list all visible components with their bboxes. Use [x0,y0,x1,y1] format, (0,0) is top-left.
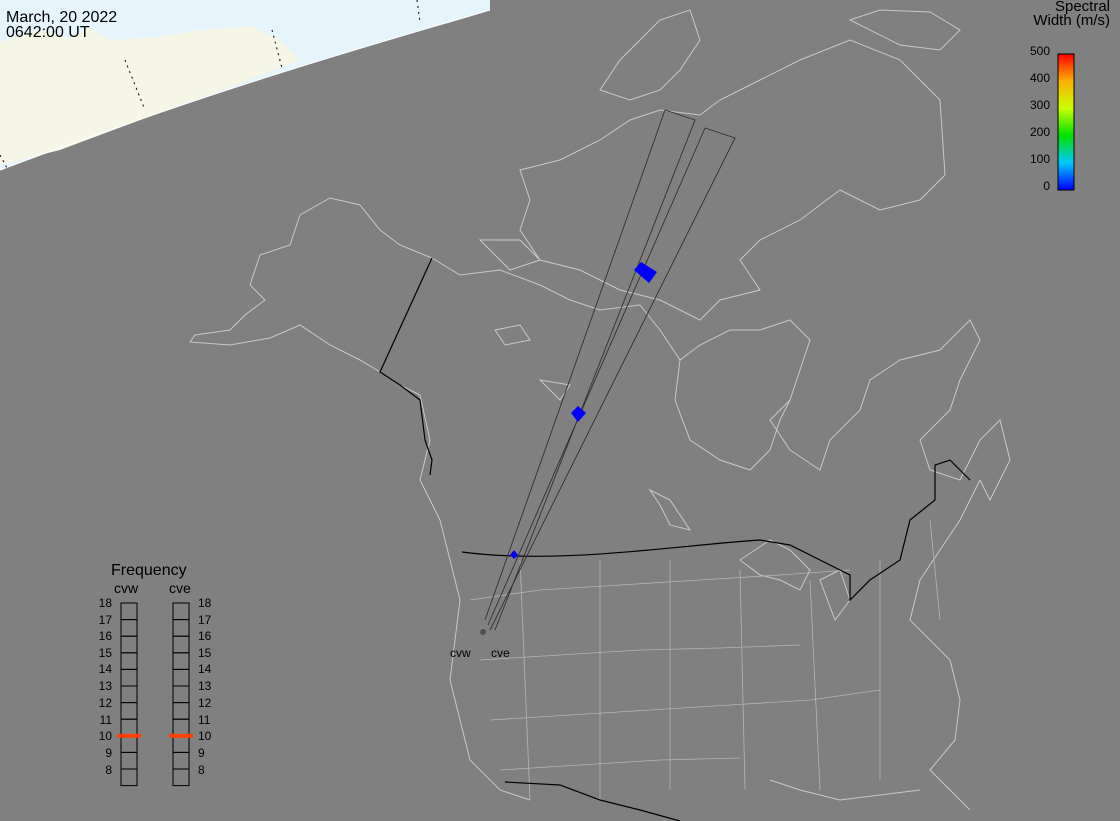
time-text: 0642:00 UT [6,24,90,41]
freq-scale-label: 9 [198,746,205,760]
frequency-title: Frequency [111,562,187,579]
freq-scale-label: 16 [198,629,212,643]
timestamp-header: March, 20 2022 0642:00 UT [6,9,118,41]
freq-scale-label: 10 [198,729,212,743]
freq-scale-label: 11 [100,713,113,727]
freq-scale-label: 16 [99,629,113,643]
date-text: March, 20 2022 [6,9,118,26]
freq-scale-label: 13 [198,679,212,693]
freq-scale-label: 11 [198,713,211,727]
colorbar-tick: 400 [1030,71,1050,85]
freq-scale-label: 10 [99,729,113,743]
freq-scale-label: 14 [99,662,113,676]
freq-scale-label: 18 [198,596,212,610]
colorbar-title-line2: Width (m/s) [1033,12,1110,29]
freq-scale-label: 18 [99,596,113,610]
freq-selected-marker [169,733,193,738]
freq-radar-label-cve: cve [169,580,191,596]
freq-scale-label: 8 [105,763,112,777]
site-label-cvw: cvw [450,646,471,660]
map-canvas: cvw cve 500 400 300 200 100 0 Frequency … [0,0,1120,821]
freq-scale-label: 9 [105,746,112,760]
site-label-cve: cve [491,646,510,660]
freq-scale-label: 8 [198,763,205,777]
colorbar-tick: 0 [1043,179,1050,193]
colorbar-tick: 500 [1030,44,1050,58]
freq-scale-label: 15 [99,646,113,660]
freq-scale-label: 12 [198,696,212,710]
freq-scale-label: 14 [198,662,212,676]
colorbar-gradient [1057,53,1075,191]
radar-site-marker [480,629,486,635]
freq-scale-label: 15 [198,646,212,660]
colorbar-tick: 100 [1030,152,1050,166]
freq-scale-label: 17 [198,613,212,627]
freq-radar-label-cvw: cvw [114,580,139,596]
colorbar-tick: 200 [1030,125,1050,139]
map-background [0,0,1120,821]
freq-scale-label: 13 [99,679,113,693]
colorbar-title: Spectral Width (m/s) [1033,0,1110,28]
freq-scale-label: 17 [99,613,113,627]
freq-scale-label: 12 [99,696,113,710]
colorbar-tick: 300 [1030,98,1050,112]
freq-selected-marker [117,733,141,738]
